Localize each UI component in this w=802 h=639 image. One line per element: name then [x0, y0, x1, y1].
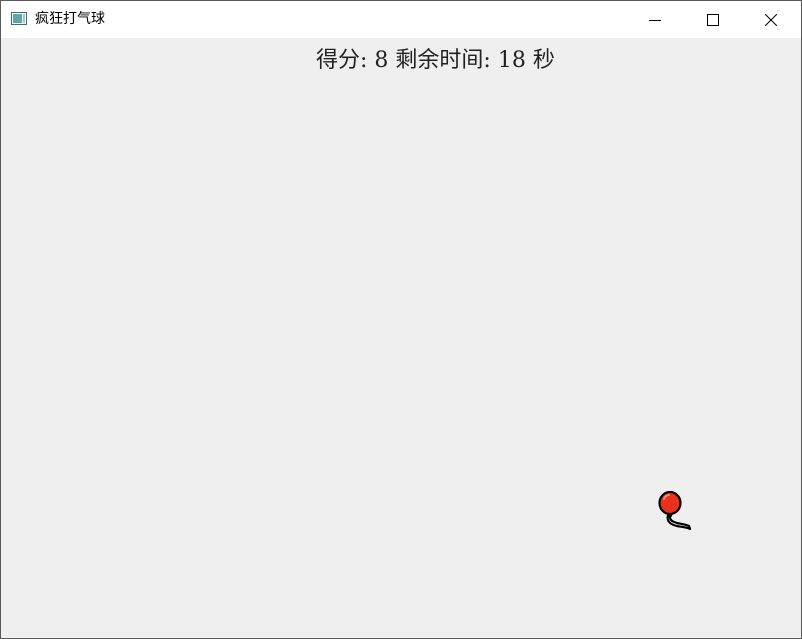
game-window: 疯狂打气球 得分: 8 剩余时间: 18 秒: [0, 0, 802, 639]
app-window-icon: [11, 12, 27, 25]
time-unit: 秒: [532, 48, 555, 73]
maximize-icon: [707, 13, 719, 26]
score-value: 8: [374, 48, 389, 73]
game-canvas[interactable]: 得分: 8 剩余时间: 18 秒: [1, 38, 801, 638]
title-bar[interactable]: 疯狂打气球: [1, 1, 801, 38]
close-button[interactable]: [742, 1, 800, 38]
minimize-button[interactable]: [626, 1, 684, 38]
time-label: 剩余时间:: [395, 48, 491, 73]
score-label: 得分:: [316, 48, 368, 73]
minimize-icon: [649, 19, 661, 21]
maximize-button[interactable]: [684, 1, 742, 38]
window-title: 疯狂打气球: [35, 11, 105, 27]
score-status-text: 得分: 8 剩余时间: 18 秒: [316, 47, 555, 75]
close-icon: [765, 13, 777, 26]
time-remaining-value: 18: [497, 48, 526, 73]
balloon-icon[interactable]: [657, 491, 695, 535]
